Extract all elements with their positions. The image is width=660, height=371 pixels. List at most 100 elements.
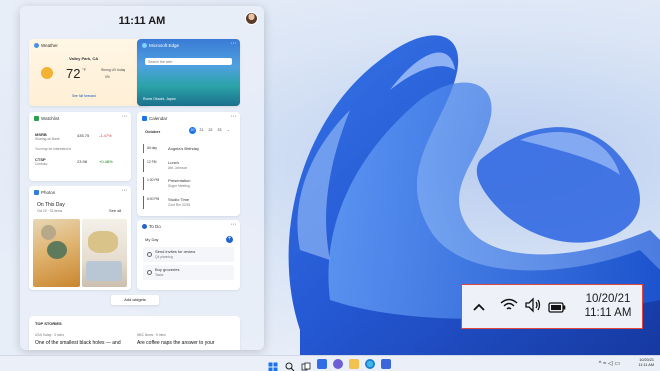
photos-see-all-link[interactable]: See all xyxy=(109,208,121,213)
story-source: NBC News · 5 mins xyxy=(137,333,166,337)
event-time: 12 PM xyxy=(147,160,157,164)
event-title[interactable]: Presentation xyxy=(168,178,190,183)
task-sub: Tasks xyxy=(155,273,164,277)
avatar[interactable] xyxy=(245,12,258,25)
event-title[interactable]: Studio Time xyxy=(168,197,189,202)
calendar-widget[interactable]: Calendar ··· October 20 21 22 23 ⌄ All d… xyxy=(137,112,240,216)
calendar-title: Calendar xyxy=(149,116,168,121)
event-sub: Conf Rm 32/35 xyxy=(168,203,191,207)
watchlist-more-icon[interactable]: ··· xyxy=(122,113,128,120)
todo-task[interactable]: Buy groceries Tasks xyxy=(143,265,234,280)
board-time: 11:11 AM xyxy=(118,15,166,27)
watchlist-widget[interactable]: Watchlist ··· MSRB Sharing-on Bank 435.7… xyxy=(29,112,131,181)
event-marker xyxy=(143,144,144,153)
cloud-icon xyxy=(34,43,39,48)
calendar-day[interactable]: 22 xyxy=(207,127,214,134)
photo-content xyxy=(41,225,56,240)
edge-header: Microsoft Edge xyxy=(142,43,179,48)
file-explorer-icon[interactable] xyxy=(349,359,359,369)
calendar-day[interactable]: 21 xyxy=(198,127,205,134)
task-title: Buy groceries xyxy=(155,267,180,272)
tray-clock[interactable]: 10/20/21 11:11 AM xyxy=(576,292,640,320)
todo-list-name[interactable]: My Day xyxy=(145,237,159,242)
event-time: 6:00 PM xyxy=(147,197,160,201)
todo-widget[interactable]: To Do ··· My Day + Send invites for revi… xyxy=(137,220,240,290)
watchlist-note: You may be interested in xyxy=(35,147,72,151)
edge-search-input[interactable]: Search the web xyxy=(145,58,232,65)
photos-widget[interactable]: Photos ··· On This Day Oct 20 · 33 items… xyxy=(29,186,131,290)
weather-unit: °F xyxy=(82,67,87,72)
edge-more-icon[interactable]: ··· xyxy=(231,40,237,47)
photo-thumbnail[interactable] xyxy=(33,219,80,287)
edge-widget[interactable]: Microsoft Edge ··· Search the web Rome O… xyxy=(137,39,240,106)
wifi-icon[interactable] xyxy=(500,298,518,317)
edge-title: Microsoft Edge xyxy=(149,43,180,48)
task-checkbox[interactable] xyxy=(147,252,152,257)
story-headline[interactable]: One of the smallest black holes — and xyxy=(35,340,121,346)
todo-more-icon[interactable]: ··· xyxy=(231,221,237,228)
photo-content xyxy=(47,241,67,259)
task-checkbox[interactable] xyxy=(147,270,152,275)
task-view-icon[interactable] xyxy=(301,359,311,371)
story-headline[interactable]: Are coffee naps the answer to your xyxy=(137,340,214,346)
edge-icon xyxy=(142,43,147,48)
event-marker xyxy=(143,177,144,190)
event-sub: Skype Meeting xyxy=(168,184,190,188)
photos-heading: On This Day xyxy=(37,202,65,208)
top-stories-widget[interactable]: TOP STORIES USA Today · 3 mins One of th… xyxy=(29,316,240,350)
add-widgets-button[interactable]: Add widgets xyxy=(111,295,159,305)
watchlist-title: Watchlist xyxy=(41,116,60,121)
volume-icon[interactable] xyxy=(524,297,542,318)
event-marker xyxy=(143,196,144,209)
tray-clock-small[interactable]: 10/20/21 11:11 AM xyxy=(639,358,654,368)
edge-location: Rome Okachi, Japan xyxy=(143,97,176,101)
event-time: All day xyxy=(147,146,157,150)
photos-title: Photos xyxy=(41,190,56,195)
story-source: USA Today · 3 mins xyxy=(35,333,64,337)
add-task-icon[interactable]: + xyxy=(226,236,233,243)
stories-title: TOP STORIES xyxy=(35,321,62,326)
photo-content xyxy=(86,261,122,281)
start-icon[interactable] xyxy=(268,359,278,371)
widgets-icon[interactable] xyxy=(317,359,327,369)
stocks-icon xyxy=(34,116,39,121)
chat-icon[interactable] xyxy=(333,359,343,369)
tray-time: 11:11 AM xyxy=(584,307,632,319)
tray-date: 10/20/21 xyxy=(585,293,631,305)
battery-icon[interactable] xyxy=(548,300,566,318)
task-sub: Q4 planning xyxy=(155,255,173,259)
calendar-day[interactable]: 23 xyxy=(216,127,223,134)
photos-more-icon[interactable]: ··· xyxy=(122,187,128,194)
event-title[interactable]: Angela's Birthday xyxy=(168,146,199,151)
calendar-icon xyxy=(142,116,147,121)
chevron-down-icon[interactable]: ⌄ xyxy=(227,128,230,132)
event-title[interactable]: Lunch xyxy=(168,160,179,165)
check-icon xyxy=(142,224,147,229)
stock-price: 23.98 xyxy=(77,159,88,164)
photos-header: Photos xyxy=(34,190,55,195)
photos-icon xyxy=(34,190,39,195)
weather-widget[interactable]: Weather ··· Valley Park, CA 72 °F Strong… xyxy=(29,39,151,106)
search-icon[interactable] xyxy=(285,359,295,371)
watchlist-header: Watchlist xyxy=(34,116,59,121)
tray-icons-small[interactable]: ^ ≈ ◁ ▭ xyxy=(599,360,620,367)
stock-change: +0.48% xyxy=(99,159,113,164)
todo-title: To Do xyxy=(149,224,161,229)
photo-thumbnail[interactable] xyxy=(82,219,127,287)
weather-precip: 0% xyxy=(105,75,110,79)
calendar-month: October xyxy=(145,129,161,134)
edge-taskbar-icon[interactable] xyxy=(365,359,375,369)
todo-task[interactable]: Send invites for review Q4 planning xyxy=(143,247,234,262)
photo-content xyxy=(88,231,118,253)
chevron-up-icon[interactable] xyxy=(472,299,486,317)
stock-change: -1.47% xyxy=(99,133,112,138)
calendar-more-icon[interactable]: ··· xyxy=(231,113,237,120)
event-marker xyxy=(143,159,144,172)
tray-time-small: 11:11 AM xyxy=(638,363,654,367)
taskbar: 10/20/21 11:11 AM ^ ≈ ◁ ▭ xyxy=(0,355,660,371)
weather-forecast-link[interactable]: See full forecast xyxy=(72,94,96,98)
task-title: Send invites for review xyxy=(155,249,196,254)
system-tray-callout: 10/20/21 11:11 AM xyxy=(461,284,643,329)
store-icon[interactable] xyxy=(381,359,391,369)
calendar-day-selected[interactable]: 20 xyxy=(189,127,196,134)
